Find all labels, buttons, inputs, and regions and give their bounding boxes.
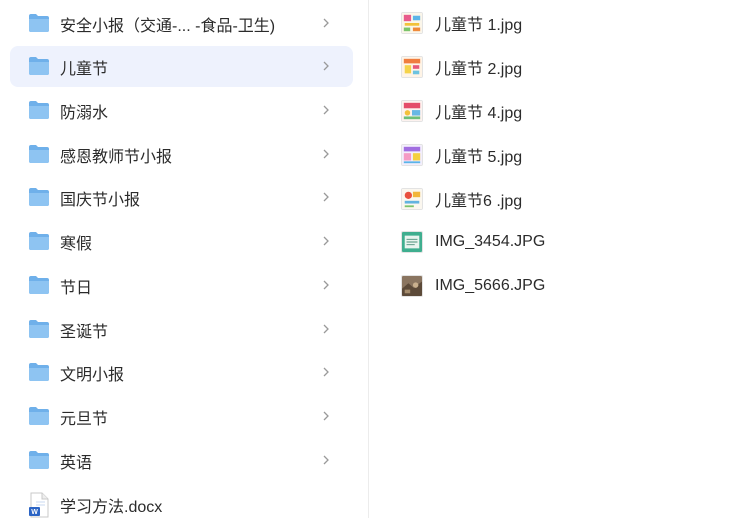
folder-label: 文明小报	[60, 366, 125, 384]
file-label: 儿童节 5.jpg	[435, 149, 523, 166]
folder-row-fangnishui[interactable]: 防溺水	[10, 90, 353, 131]
chevron-right-icon	[323, 280, 329, 290]
image-thumbnail-icon	[401, 56, 423, 78]
folder-row-anquan[interactable]: 安全小报（交通-... -食品-卫生)	[10, 3, 353, 44]
chevron-right-icon	[323, 105, 329, 115]
folder-label: 安全小报（交通-... -食品-卫生)	[60, 17, 276, 35]
folder-icon	[29, 407, 49, 425]
file-row-ertongjie-1[interactable]: 儿童节 1.jpg	[401, 7, 701, 39]
image-thumbnail-icon	[401, 275, 423, 297]
file-label: 儿童节 2.jpg	[435, 61, 523, 78]
image-thumbnail-icon	[401, 12, 423, 34]
file-label: 儿童节 4.jpg	[435, 105, 523, 122]
folder-row-ertongjie[interactable]: 儿童节	[10, 46, 353, 87]
folder-row-shengdan[interactable]: 圣诞节	[10, 309, 353, 350]
image-thumbnail-icon	[401, 188, 423, 210]
chevron-right-icon	[323, 236, 329, 246]
folder-icon	[29, 276, 49, 294]
file-row-ertongjie-4[interactable]: 儿童节 4.jpg	[401, 95, 701, 127]
image-thumbnail-icon	[401, 100, 423, 122]
folder-icon	[29, 232, 49, 250]
folder-icon	[29, 145, 49, 163]
folder-icon	[29, 320, 49, 338]
file-label: 学习方法.docx	[60, 498, 163, 516]
folder-list-pane: 安全小报（交通-... -食品-卫生) 儿童节 防溺水 感恩教师节小报 国庆节小…	[0, 0, 368, 518]
file-row-ertongjie-6[interactable]: 儿童节6 .jpg	[401, 183, 701, 215]
svg-text:W: W	[31, 509, 38, 516]
folder-row-yuandan[interactable]: 元旦节	[10, 396, 353, 437]
chevron-right-icon	[323, 192, 329, 202]
chevron-right-icon	[323, 61, 329, 71]
file-row-img-3454[interactable]: IMG_3454.JPG	[401, 226, 701, 258]
folder-row-jieri[interactable]: 节日	[10, 265, 353, 306]
file-row-img-5666[interactable]: IMG_5666.JPG	[401, 270, 701, 302]
folder-row-ganen[interactable]: 感恩教师节小报	[10, 134, 353, 175]
folder-icon	[29, 57, 49, 75]
folder-icon	[29, 451, 49, 469]
folder-label: 感恩教师节小报	[60, 148, 173, 166]
chevron-right-icon	[323, 324, 329, 334]
file-row-ertongjie-5[interactable]: 儿童节 5.jpg	[401, 139, 701, 171]
file-row-ertongjie-2[interactable]: 儿童节 2.jpg	[401, 51, 701, 83]
folder-icon	[29, 363, 49, 381]
chevron-right-icon	[323, 149, 329, 159]
file-label: 儿童节6 .jpg	[435, 193, 523, 210]
folder-label: 国庆节小报	[60, 191, 141, 209]
folder-row-hanjia[interactable]: 寒假	[10, 221, 353, 262]
word-doc-icon: W	[29, 492, 49, 518]
file-label: IMG_3454.JPG	[435, 233, 546, 250]
folder-icon	[29, 101, 49, 119]
chevron-right-icon	[323, 18, 329, 28]
chevron-right-icon	[323, 411, 329, 421]
folder-row-yingyu[interactable]: 英语	[10, 440, 353, 481]
file-list-pane: 儿童节 1.jpg 儿童节 2.jpg 儿童节 4.jpg 儿童节 5.jpg …	[369, 0, 731, 518]
folder-icon	[29, 14, 49, 32]
image-thumbnail-icon	[401, 231, 423, 253]
folder-icon	[29, 188, 49, 206]
file-label: IMG_5666.JPG	[435, 277, 546, 294]
folder-label: 圣诞节	[60, 323, 109, 341]
folder-label: 元旦节	[60, 410, 109, 428]
folder-row-wenming[interactable]: 文明小报	[10, 352, 353, 393]
chevron-right-icon	[323, 367, 329, 377]
chevron-right-icon	[323, 455, 329, 465]
folder-label: 儿童节	[60, 60, 109, 78]
folder-label: 英语	[60, 454, 93, 472]
file-label: 儿童节 1.jpg	[435, 17, 523, 34]
image-thumbnail-icon	[401, 144, 423, 166]
file-row-docx[interactable]: W 学习方法.docx	[10, 484, 353, 525]
folder-label: 防溺水	[60, 104, 109, 122]
folder-row-guoqing[interactable]: 国庆节小报	[10, 177, 353, 218]
folder-label: 寒假	[60, 235, 93, 253]
folder-label: 节日	[60, 279, 93, 297]
